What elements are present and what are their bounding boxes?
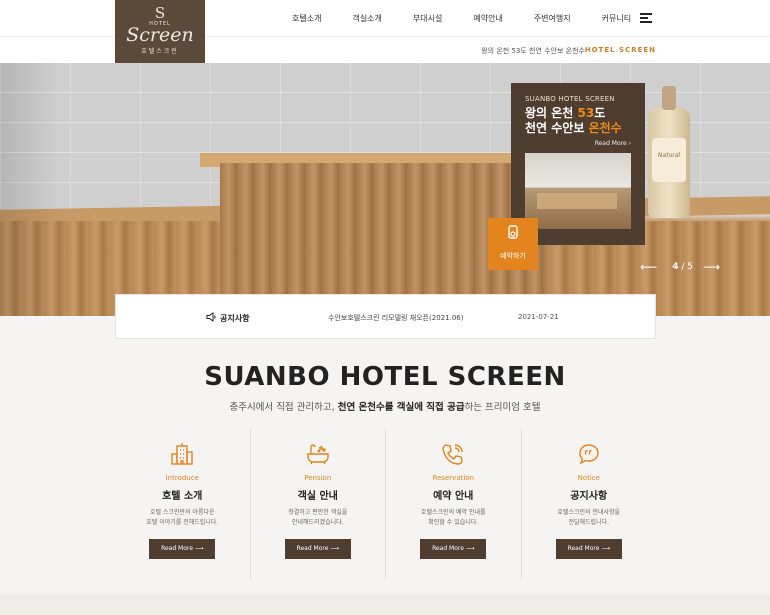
card-reservation: Reservation 예약 안내 호텔스크린의 예약 안내를확인할 수 있습니… xyxy=(386,428,522,580)
card-introduce-title: 호텔 소개 xyxy=(162,491,203,502)
speaker-icon xyxy=(206,312,217,325)
card-introduce: Introduce 호텔 소개 호텔 스크린만의 아름다운호텔 이야기를 전해드… xyxy=(115,428,251,580)
nav-item-hotel-intro[interactable]: 호텔소개 xyxy=(292,13,321,24)
promo-headline: 왕의 온천 53도 천연 수안보 온천수 xyxy=(525,106,631,136)
slider-next-arrow-icon[interactable]: ⟶ xyxy=(703,261,720,273)
card-pension-desc-2: 안내해드리겠습니다. xyxy=(291,519,344,526)
promo-line1-b: 도 xyxy=(594,106,606,120)
card-reservation-en: Reservation xyxy=(432,474,475,482)
card-reservation-read-more-button[interactable]: Read More ⟶ xyxy=(420,539,487,559)
logo-script-text: Screen xyxy=(126,24,194,46)
sub-bar-brand: HOTEL SCREEN xyxy=(584,46,656,54)
phone-icon xyxy=(441,442,465,466)
section-subtitle: 충주시에서 직접 관리하고, 천연 온천수를 객실에 직접 공급하는 프리미엄 … xyxy=(0,399,770,413)
card-reservation-desc-2: 확인할 수 있습니다. xyxy=(428,519,479,526)
card-notice-desc: 호텔스크린의 안내사항을전달해드립니다. xyxy=(522,508,657,528)
promo-line2-a: 천연 수안보 xyxy=(525,121,589,135)
lotion-bottle-image: Natural xyxy=(648,86,690,218)
card-notice-en: Notice xyxy=(577,474,600,482)
hero-shadow xyxy=(0,63,60,316)
promo-kicker: SUANBO HOTEL SCREEN xyxy=(525,95,615,103)
card-reservation-desc-1: 호텔스크린의 예약 안내를 xyxy=(420,509,486,516)
promo-read-more[interactable]: Read More › xyxy=(525,140,631,147)
subtitle-part-c: 하는 프리미엄 호텔 xyxy=(464,402,541,413)
card-notice-desc-2: 전달해드립니다. xyxy=(568,519,610,526)
nav-item-nearby[interactable]: 주변여행지 xyxy=(534,13,571,24)
site-logo[interactable]: S HOTEL Screen 호텔스크린 xyxy=(115,0,205,63)
slider-current: 4 xyxy=(672,262,679,272)
logo-korean-text: 호텔스크린 xyxy=(141,48,179,55)
slider-counter: 4 / 5 xyxy=(672,262,693,272)
notice-title[interactable]: 수안보호텔스크린 리모델링 재오픈(2021.06) xyxy=(328,313,463,323)
sub-bar-tagline: 왕의 온천 53도 천연 수안보 온천수 xyxy=(481,47,585,55)
nav-item-facilities[interactable]: 부대시설 xyxy=(413,13,442,24)
card-notice-title: 공지사항 xyxy=(570,491,608,502)
footer-band xyxy=(0,594,770,615)
nav-item-community[interactable]: 커뮤니티 xyxy=(602,13,631,24)
card-notice-read-more-button[interactable]: Read More ⟶ xyxy=(555,539,622,559)
bottle-label: Natural xyxy=(652,138,686,182)
card-pension-desc-1: 청결하고 편안한 객실을 xyxy=(288,509,348,516)
card-pension: Pension 객실 안내 청결하고 편안한 객실을안내해드리겠습니다. Rea… xyxy=(251,428,386,580)
subtitle-part-a: 충주시에서 직접 관리하고, xyxy=(229,402,338,413)
card-introduce-read-more-button[interactable]: Read More ⟶ xyxy=(149,539,216,559)
promo-thumbnail-image xyxy=(525,153,631,229)
card-pension-read-more-button[interactable]: Read More ⟶ xyxy=(284,539,351,559)
hero-slider-controls: ⟵ 4 / 5 ⟶ xyxy=(640,261,720,273)
card-reservation-desc: 호텔스크린의 예약 안내를확인할 수 있습니다. xyxy=(386,508,521,528)
subtitle-part-b: 천연 온천수를 객실에 직접 공급 xyxy=(337,402,465,413)
promo-line1-a: 왕의 온천 xyxy=(525,106,578,120)
card-reservation-title: 예약 안내 xyxy=(433,491,474,502)
promo-line2-highlight: 온천수 xyxy=(588,121,622,135)
bathtub-icon xyxy=(306,442,330,466)
slider-sep: / xyxy=(681,262,685,272)
notice-date: 2021-07-21 xyxy=(518,313,559,321)
section-title: SUANBO HOTEL SCREEN xyxy=(204,362,566,392)
bottle-pump xyxy=(662,86,676,110)
promo-line1-highlight: 53 xyxy=(577,106,595,120)
card-introduce-desc: 호텔 스크린만의 아름다운호텔 이야기를 전해드립니다. xyxy=(115,508,250,528)
reservation-icon xyxy=(488,218,538,245)
nav-item-rooms[interactable]: 객실소개 xyxy=(352,13,381,24)
reserve-button-label: 예약하기 xyxy=(500,252,526,260)
info-cards: Introduce 호텔 소개 호텔 스크린만의 아름다운호텔 이야기를 전해드… xyxy=(115,428,656,580)
chevron-right-icon: › xyxy=(628,140,631,147)
hero-banner: Natural xyxy=(0,63,770,316)
reserve-button[interactable]: 예약하기 xyxy=(488,218,538,270)
card-introduce-en: Introduce xyxy=(165,474,199,482)
notice-bar[interactable]: 공지사항 수안보호텔스크린 리모델링 재오픈(2021.06) 2021-07-… xyxy=(115,294,656,339)
logo-monogram: S xyxy=(154,4,166,22)
nav-item-reservation[interactable]: 예약안내 xyxy=(473,13,502,24)
card-pension-desc: 청결하고 편안한 객실을안내해드리겠습니다. xyxy=(251,508,386,528)
notice-label: 공지사항 xyxy=(206,312,249,325)
card-pension-en: Pension xyxy=(304,474,332,482)
notice-label-text: 공지사항 xyxy=(220,314,250,323)
slider-total: 5 xyxy=(687,262,693,272)
card-introduce-desc-1: 호텔 스크린만의 아름다운 xyxy=(149,509,215,516)
card-introduce-desc-2: 호텔 이야기를 전해드립니다. xyxy=(146,519,219,526)
speech-bubble-icon xyxy=(577,442,601,466)
card-pension-title: 객실 안내 xyxy=(297,491,338,502)
card-notice: Notice 공지사항 호텔스크린의 안내사항을전달해드립니다. Read Mo… xyxy=(522,428,657,580)
hamburger-menu-icon[interactable] xyxy=(640,13,652,23)
card-notice-desc-1: 호텔스크린의 안내사항을 xyxy=(557,509,621,516)
main-nav: 호텔소개 객실소개 부대시설 예약안내 주변여행지 커뮤니티 xyxy=(292,13,631,24)
promo-read-more-label: Read More xyxy=(594,140,627,147)
building-icon xyxy=(170,442,194,466)
slider-prev-arrow-icon[interactable]: ⟵ xyxy=(640,261,657,273)
